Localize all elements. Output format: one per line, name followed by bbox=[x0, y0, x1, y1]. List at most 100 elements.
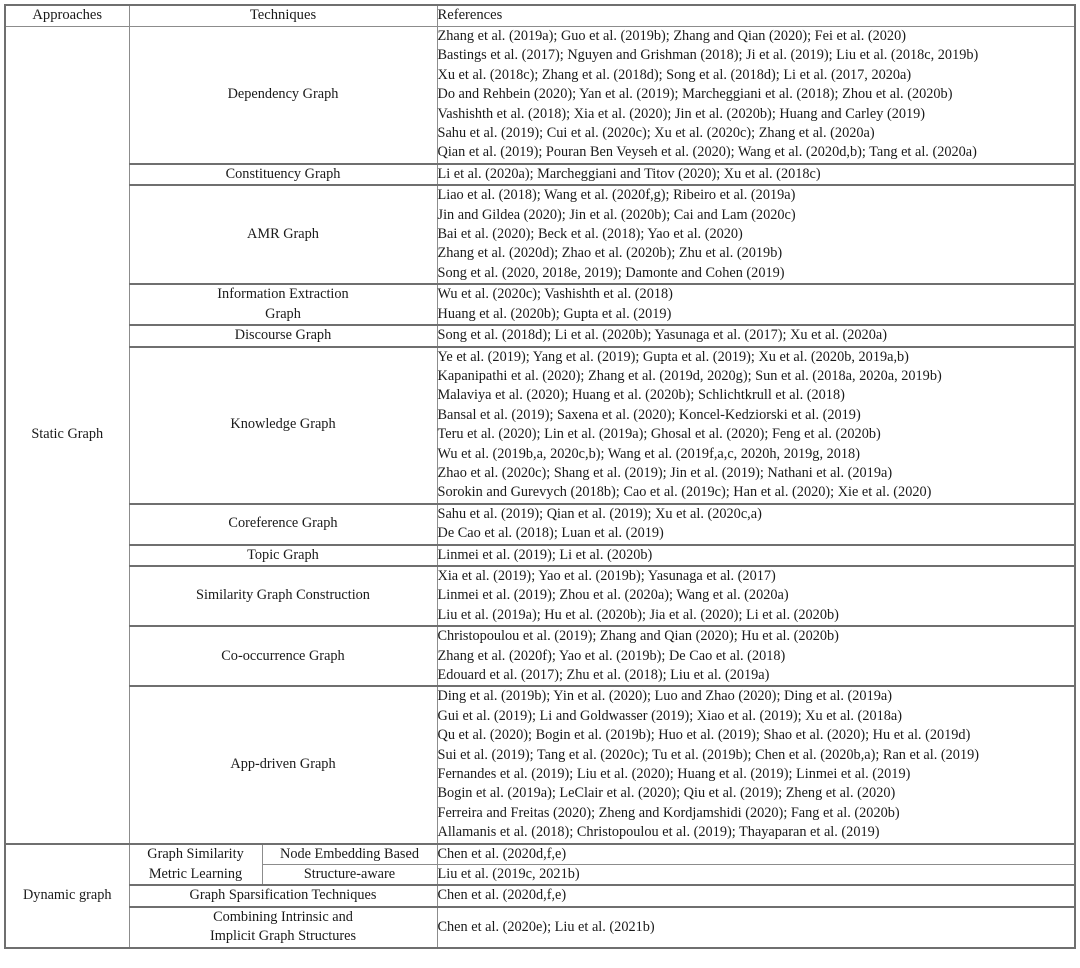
reference-line: Qu et al. (2020); Bogin et al. (2019b); … bbox=[437, 727, 971, 744]
technique-label-dependency-graph: Dependency Graph bbox=[128, 25, 438, 165]
technique-label-graph-similarity-metric-learning: Graph Similarity Metric Learning bbox=[128, 842, 263, 886]
references-cell-app-driven-graph: Ding et al. (2019b); Yin et al. (2020); … bbox=[436, 685, 1076, 845]
references-cell-constituency-graph: Li et al. (2020a); Marcheggiani and Tito… bbox=[436, 162, 1076, 186]
reference-line: Ye et al. (2019); Yang et al. (2019); Gu… bbox=[437, 348, 909, 365]
references-cell-node-embedding-based: Chen et al. (2020d,f,e) bbox=[436, 842, 1076, 866]
references-cell-amr-graph: Liao et al. (2018); Wang et al. (2020f,g… bbox=[436, 184, 1076, 285]
references-cell-coreference-graph: Sahu et al. (2019); Qian et al. (2019); … bbox=[436, 502, 1076, 546]
table-header: Approaches Techniques References bbox=[4, 4, 1076, 27]
reference-line: Song et al. (2020, 2018e, 2019); Damonte… bbox=[437, 264, 785, 281]
references-cell-similarity-graph-construction: Xia et al. (2019); Yao et al. (2019b); Y… bbox=[436, 564, 1076, 627]
table-row: Co-occurrence Graph Christopoulou et al.… bbox=[5, 625, 1076, 687]
reference-line: Qian et al. (2019); Pouran Ben Veyseh et… bbox=[437, 144, 977, 161]
reference-line: Vashishth et al. (2018); Xia et al. (202… bbox=[437, 105, 926, 122]
technique-label-line: Graph bbox=[265, 305, 301, 322]
reference-line: Gui et al. (2019); Li and Goldwasser (20… bbox=[437, 707, 903, 724]
table-row: Dynamic graph Graph Similarity Metric Le… bbox=[4, 842, 1076, 949]
technique-label-line: Metric Learning bbox=[148, 865, 243, 882]
graph-construction-table: Approaches Techniques References Static … bbox=[4, 4, 1076, 949]
reference-line: Edouard et al. (2017); Zhu et al. (2018)… bbox=[437, 667, 770, 683]
reference-line: Xu et al. (2018c); Zhang et al. (2018d);… bbox=[437, 66, 912, 83]
table-row: Static Graph Dependency Graph Zhang et a… bbox=[4, 25, 1076, 845]
technique-label-knowledge-graph: Knowledge Graph bbox=[128, 345, 438, 505]
reference-line: Li et al. (2020a); Marcheggiani and Tito… bbox=[437, 165, 821, 182]
technique-label-line: Implicit Graph Structures bbox=[209, 928, 357, 945]
technique-label-line: Information Extraction bbox=[217, 286, 349, 303]
subtechnique-label-structure-aware: Structure-aware bbox=[261, 864, 438, 886]
reference-line: Zhang et al. (2020f); Yao et al. (2019b)… bbox=[437, 647, 786, 664]
reference-line: Christopoulou et al. (2019); Zhang and Q… bbox=[437, 628, 839, 645]
table-row: Coreference Graph Sahu et al. (2019); Qi… bbox=[5, 502, 1076, 546]
references-cell-structure-aware: Liu et al. (2019c, 2021b) bbox=[436, 864, 1076, 886]
reference-line: Jin and Gildea (2020); Jin et al. (2020b… bbox=[437, 206, 796, 223]
column-header-references: References bbox=[436, 4, 1076, 27]
reference-line: Bai et al. (2020); Beck et al. (2018); Y… bbox=[437, 226, 743, 243]
table-body: Static Graph Dependency Graph Zhang et a… bbox=[4, 25, 1076, 949]
technique-label-co-occurrence-graph: Co-occurrence Graph bbox=[128, 625, 438, 687]
approach-label-dynamic-graph: Dynamic graph bbox=[4, 842, 130, 949]
references-cell-discourse-graph: Song et al. (2018d); Li et al. (2020b); … bbox=[436, 324, 1076, 348]
reference-line: Bansal et al. (2019); Saxena et al. (202… bbox=[437, 406, 861, 423]
reference-line: Sui et al. (2019); Tang et al. (2020c); … bbox=[437, 746, 980, 763]
reference-line: Song et al. (2018d); Li et al. (2020b); … bbox=[437, 327, 887, 344]
reference-line: Liu et al. (2019a); Hu et al. (2020b); J… bbox=[437, 606, 839, 623]
reference-line: Do and Rehbein (2020); Yan et al. (2019)… bbox=[437, 86, 953, 103]
references-cell-knowledge-graph: Ye et al. (2019); Yang et al. (2019); Gu… bbox=[436, 345, 1076, 505]
technique-label-information-extraction-graph: Information Extraction Graph bbox=[128, 283, 438, 326]
technique-label-amr-graph: AMR Graph bbox=[128, 184, 438, 285]
reference-line: De Cao et al. (2018); Luan et al. (2019) bbox=[437, 525, 664, 542]
references-cell-dependency-graph: Zhang et al. (2019a); Guo et al. (2019b)… bbox=[436, 25, 1076, 165]
technique-label-constituency-graph: Constituency Graph bbox=[128, 162, 438, 186]
column-header-techniques: Techniques bbox=[128, 4, 438, 27]
reference-line: Wu et al. (2019b,a, 2020c,b); Wang et al… bbox=[437, 445, 860, 462]
table-row: Discourse Graph Song et al. (2018d); Li … bbox=[5, 324, 1076, 348]
references-cell-topic-graph: Linmei et al. (2019); Li et al. (2020b) bbox=[436, 543, 1076, 567]
reference-line: Bastings et al. (2017); Nguyen and Grish… bbox=[437, 47, 979, 64]
table-row: Combining Intrinsic and Implicit Graph S… bbox=[5, 905, 1076, 949]
reference-line: Xia et al. (2019); Yao et al. (2019b); Y… bbox=[437, 567, 776, 584]
technique-label-topic-graph: Topic Graph bbox=[128, 543, 438, 567]
reference-line: Kapanipathi et al. (2020); Zhang et al. … bbox=[437, 367, 942, 384]
reference-line: Allamanis et al. (2018); Christopoulou e… bbox=[437, 824, 880, 841]
table-row: AMR Graph Liao et al. (2018); Wang et al… bbox=[5, 184, 1076, 285]
technique-label-similarity-graph-construction: Similarity Graph Construction bbox=[128, 564, 438, 627]
references-cell-information-extraction-graph: Wu et al. (2020c); Vashishth et al. (201… bbox=[436, 283, 1076, 326]
reference-line: Zhang et al. (2019a); Guo et al. (2019b)… bbox=[437, 28, 907, 44]
reference-line: Zhao et al. (2020c); Shang et al. (2019)… bbox=[437, 464, 893, 481]
table-row: Topic Graph Linmei et al. (2019); Li et … bbox=[5, 543, 1076, 567]
reference-line: Chen et al. (2020d,f,e) bbox=[437, 887, 567, 904]
references-cell-co-occurrence-graph: Christopoulou et al. (2019); Zhang and Q… bbox=[436, 625, 1076, 687]
reference-line: Fernandes et al. (2019); Liu et al. (202… bbox=[437, 766, 911, 783]
references-cell-combining-intrinsic-implicit-graph-structures: Chen et al. (2020e); Liu et al. (2021b) bbox=[436, 905, 1076, 949]
reference-line: Zhang et al. (2020d); Zhao et al. (2020b… bbox=[437, 245, 783, 262]
technique-label-line: Combining Intrinsic and bbox=[213, 908, 353, 925]
table-row: Knowledge Graph Ye et al. (2019); Yang e… bbox=[5, 345, 1076, 505]
column-header-approaches: Approaches bbox=[4, 4, 130, 27]
table-container: Approaches Techniques References Static … bbox=[0, 0, 1080, 968]
reference-line: Huang et al. (2020b); Gupta et al. (2019… bbox=[437, 305, 672, 322]
reference-line: Wu et al. (2020c); Vashishth et al. (201… bbox=[437, 286, 673, 303]
reference-line: Sahu et al. (2019); Cui et al. (2020c); … bbox=[437, 125, 875, 142]
table-row: Information Extraction Graph Wu et al. (… bbox=[5, 283, 1076, 326]
reference-line: Malaviya et al. (2020); Huang et al. (20… bbox=[437, 387, 845, 404]
technique-label-graph-sparsification-techniques: Graph Sparsification Techniques bbox=[128, 884, 438, 908]
reference-line: Liu et al. (2019c, 2021b) bbox=[437, 866, 580, 883]
reference-line: Chen et al. (2020e); Liu et al. (2021b) bbox=[437, 918, 655, 935]
reference-line: Linmei et al. (2019); Li et al. (2020b) bbox=[437, 546, 653, 563]
technique-label-discourse-graph: Discourse Graph bbox=[128, 324, 438, 348]
references-cell-graph-sparsification-techniques: Chen et al. (2020d,f,e) bbox=[436, 884, 1076, 908]
reference-line: Ding et al. (2019b); Yin et al. (2020); … bbox=[437, 688, 892, 705]
table-row: Constituency Graph Li et al. (2020a); Ma… bbox=[5, 162, 1076, 186]
reference-line: Ferreira and Freitas (2020); Zheng and K… bbox=[437, 804, 900, 821]
table-row: Similarity Graph Construction Xia et al.… bbox=[5, 564, 1076, 627]
approach-label-static-graph: Static Graph bbox=[4, 25, 130, 845]
reference-line: Chen et al. (2020d,f,e) bbox=[437, 845, 567, 862]
technique-label-combining-intrinsic-implicit-graph-structures: Combining Intrinsic and Implicit Graph S… bbox=[128, 905, 438, 949]
reference-line: Sahu et al. (2019); Qian et al. (2019); … bbox=[437, 505, 762, 522]
table-row: App-driven Graph Ding et al. (2019b); Yi… bbox=[5, 685, 1076, 845]
technique-label-app-driven-graph: App-driven Graph bbox=[128, 685, 438, 845]
subtechnique-label-node-embedding-based: Node Embedding Based bbox=[261, 842, 438, 866]
reference-line: Linmei et al. (2019); Zhou et al. (2020a… bbox=[437, 587, 789, 604]
table-row: Graph Sparsification Techniques Chen et … bbox=[5, 884, 1076, 908]
technique-label-coreference-graph: Coreference Graph bbox=[128, 502, 438, 546]
